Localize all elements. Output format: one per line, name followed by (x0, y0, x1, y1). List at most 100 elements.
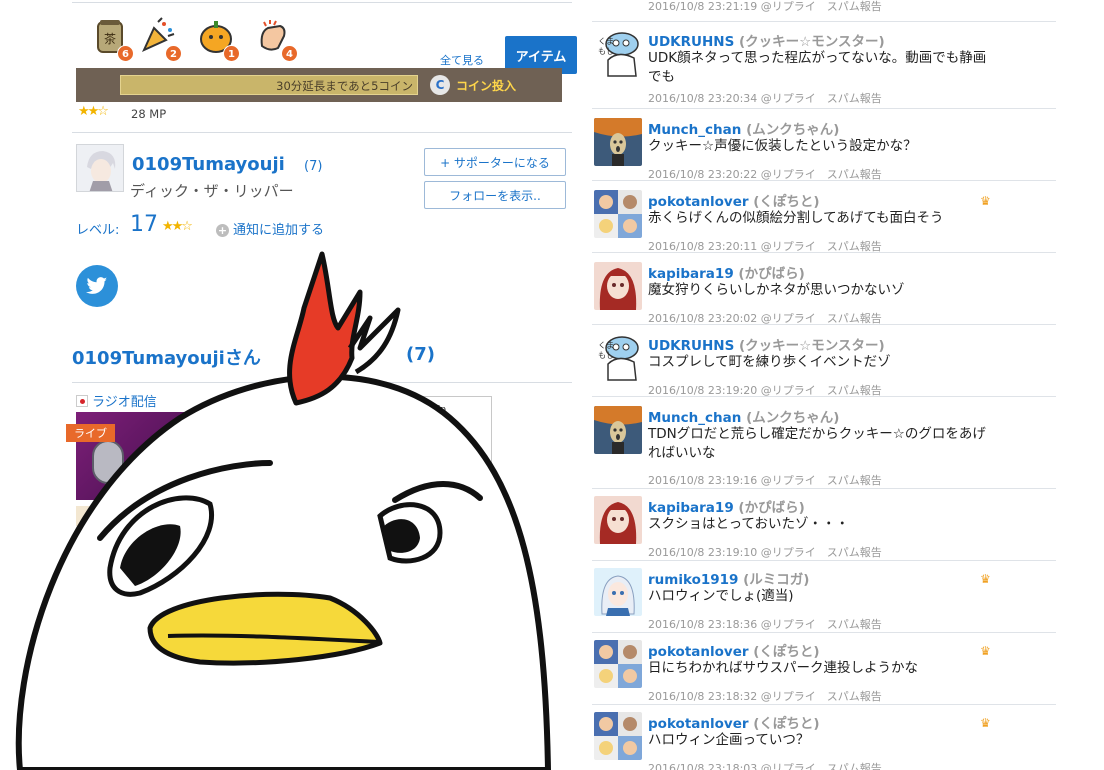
comment-text: 魔女狩りくらいしかネタが思いつかないゾ (648, 282, 905, 298)
crown-icon: ♛ (980, 644, 991, 658)
comment-text: 日にちわかればサウスパーク連投しようかな (648, 660, 918, 676)
svg-text:茶: 茶 (104, 31, 116, 46)
comment-text: ハロウィン企画っていつ？ (648, 732, 810, 748)
avatar[interactable] (594, 406, 642, 454)
comment-text: スクショはとっておいたゾ・・・ (648, 516, 850, 532)
rating-stars-icon: ★★☆ (78, 104, 109, 119)
see-all-link[interactable]: 全て見る (440, 52, 484, 68)
divider (592, 108, 1056, 109)
comment-author-nick: (クッキー☆モンスター) (739, 34, 885, 50)
tea-jar-icon[interactable]: 茶 6 (90, 16, 134, 62)
comment-meta: 2016/10/8 23:18:36 @リプライ スパム報告 (648, 618, 882, 631)
avatar[interactable] (594, 190, 642, 238)
coin-bar: 30分延長まであと5コイン C コイン投入 (76, 68, 562, 102)
item-count-badge: 6 (117, 45, 134, 62)
comment-author-nick: (ムンクちゃん) (746, 122, 840, 138)
coin-progress-text: 30分延長まであと5コイン (276, 79, 413, 93)
avatar[interactable] (594, 262, 642, 310)
comment-author-link[interactable]: pokotanlover (くぽちと) (648, 190, 820, 210)
comment-meta: 2016/10/8 23:18:32 @リプライ スパム報告 (648, 690, 882, 703)
divider (592, 180, 1056, 181)
comment-author-link[interactable]: Munch_chan (ムンクちゃん) (648, 406, 839, 426)
svg-text:もし: もし (598, 47, 614, 56)
mp-row: ★★☆ 28 MP (78, 104, 278, 122)
comment-feed: 2016/10/8 23:21:19 @リプライ スパム報告 くま もし UDKR… (592, 0, 1056, 770)
svg-text:もし: もし (598, 351, 614, 360)
comment-author-link[interactable]: kapibara19 (かぴばら) (648, 262, 805, 282)
level-label: レベル: (76, 223, 120, 238)
comment-text: TDNグロだと荒らし確定だからクッキー☆のグロをあげればいいな (648, 426, 986, 461)
comment-author-link[interactable]: pokotanlover (くぽちと) (648, 640, 820, 660)
comment-author-nick: (クッキー☆モンスター) (739, 338, 885, 354)
divider (592, 252, 1056, 253)
comment-text: UDK顔ネタって思った程広がってないな。動画でも静画でも (648, 50, 987, 85)
avatar[interactable] (594, 712, 642, 760)
avatar[interactable]: くま もし (594, 30, 642, 78)
divider (592, 324, 1056, 325)
pumpkin-icon[interactable]: 1 (196, 16, 240, 62)
svg-text:くま: くま (598, 341, 614, 350)
notify-label: 通知に追加する (233, 223, 325, 238)
divider (592, 704, 1056, 705)
user-count: (7) (304, 159, 323, 174)
divider (592, 21, 1056, 22)
divider (592, 632, 1056, 633)
divider (592, 560, 1056, 561)
follow-button[interactable]: フォローを表示.. (424, 181, 566, 209)
comment-author-link[interactable]: Munch_chan (ムンクちゃん) (648, 118, 839, 138)
comment-meta: 2016/10/8 23:21:19 @リプライ スパム報告 (648, 0, 882, 13)
comment-meta: 2016/10/8 23:20:34 @リプライ スパム報告 (648, 92, 882, 105)
comment-author-nick: (かぴばら) (738, 500, 805, 516)
comment-author-nick: (くぽちと) (753, 194, 820, 210)
divider (592, 396, 1056, 397)
divider (72, 132, 572, 133)
divider (592, 488, 1056, 489)
comment-author-link[interactable]: UDKRUHNS (クッキー☆モンスター) (648, 30, 885, 50)
comment-text: クッキー☆声優に仮装したという設定かな？ (648, 138, 917, 154)
comment-author-link[interactable]: pokotanlover (くぽちと) (648, 712, 820, 732)
avatar[interactable]: くま もし (594, 334, 642, 382)
items-row: 茶 6 2 1 4 全て見る アイテム (90, 16, 577, 74)
avatar[interactable] (76, 144, 124, 192)
comment-meta: 2016/10/8 23:18:03 @リプライ スパム報告 (648, 762, 882, 770)
comment-author-nick: (くぽちと) (753, 644, 820, 660)
crown-icon: ♛ (980, 194, 991, 208)
coin-progress-track: 30分延長まであと5コイン (120, 75, 418, 95)
comment-author-nick: (ルミコガ) (743, 572, 810, 588)
level-stars-icon: ★★☆ (162, 219, 193, 234)
crown-icon: ♛ (980, 716, 991, 730)
avatar[interactable] (594, 496, 642, 544)
comment-author-link[interactable]: rumiko1919 (ルミコガ) (648, 568, 809, 588)
crown-icon: ♛ (980, 572, 991, 586)
user-title: ディック・ザ・リッパー (130, 182, 294, 200)
comment-text: コスプレして町を練り歩くイベントだゾ (648, 354, 891, 370)
coin-insert-button[interactable]: コイン投入 (456, 77, 516, 94)
avatar[interactable] (594, 640, 642, 688)
coin-icon[interactable]: C (430, 75, 450, 95)
comment-author-nick: (ムンクちゃん) (746, 410, 840, 426)
level-row: レベル: 17 ★★☆ + 通知に追加する (76, 212, 376, 240)
item-count-badge: 4 (281, 45, 298, 62)
item-count-badge: 2 (165, 45, 182, 62)
comment-author-link[interactable]: kapibara19 (かぴばら) (648, 496, 805, 516)
divider (72, 2, 572, 3)
svg-text:くま: くま (598, 37, 614, 46)
comment-author-link[interactable]: UDKRUHNS (クッキー☆モンスター) (648, 334, 885, 354)
item-count-badge: 1 (223, 45, 240, 62)
party-popper-icon[interactable]: 2 (138, 16, 182, 62)
user-name-link[interactable]: 0109Tumayouji (132, 154, 285, 175)
comment-text: 赤くらげくんの似顔絵分割してあげても面白そう (648, 210, 944, 226)
comment-author-nick: (くぽちと) (753, 716, 820, 732)
supporter-button[interactable]: + サポーターになる (424, 148, 566, 176)
plus-circle-icon: + (216, 224, 229, 237)
avatar[interactable] (594, 568, 642, 616)
comment-meta: 2016/10/8 23:19:10 @リプライ スパム報告 (648, 546, 882, 559)
mp-value: 28 MP (131, 107, 167, 121)
comment-meta: 2016/10/8 23:19:16 @リプライ スパム報告 (648, 474, 882, 487)
add-notification-link[interactable]: + 通知に追加する (216, 219, 324, 238)
comment-author-nick: (かぴばら) (738, 266, 805, 282)
clap-hands-icon[interactable]: 4 (254, 16, 298, 62)
level-value: 17 (130, 212, 158, 237)
comment-text: ハロウィンでしょ(適当) (648, 588, 794, 604)
avatar[interactable] (594, 118, 642, 166)
